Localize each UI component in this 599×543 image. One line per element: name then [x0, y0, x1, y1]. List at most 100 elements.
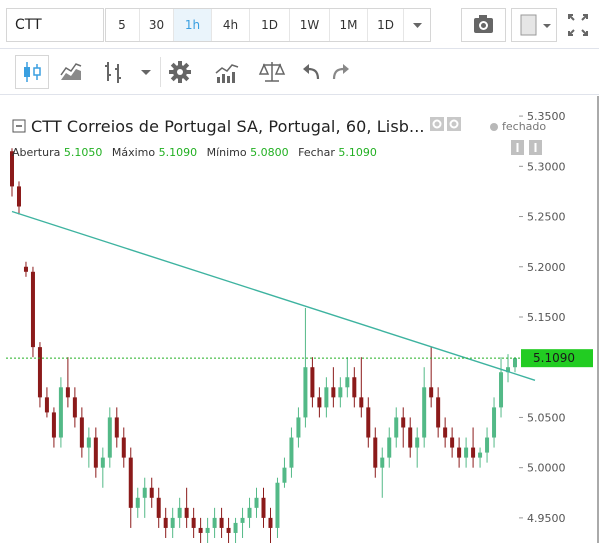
fullscreen-icon	[568, 14, 588, 36]
interval-button-3[interactable]: 4h	[212, 8, 250, 42]
candle-body	[72, 397, 77, 418]
color-swatch-icon	[520, 14, 551, 36]
candle-body	[58, 387, 63, 438]
candle-body	[485, 437, 490, 453]
open-label: Abertura	[12, 146, 61, 159]
candle-body	[275, 482, 280, 528]
candle-body	[219, 517, 224, 528]
candle-body	[401, 417, 406, 428]
candle-body	[450, 437, 455, 448]
chart-type-area-button[interactable]	[54, 55, 88, 89]
candle-body	[226, 527, 231, 533]
interval-button-0[interactable]: 5	[105, 8, 140, 42]
candle-body	[268, 517, 273, 528]
interval-button-5[interactable]: 1W	[290, 8, 330, 42]
close-label: Fechar	[298, 146, 335, 159]
indicators-button[interactable]	[210, 55, 244, 89]
price-tick-label: 5.2500	[527, 211, 566, 224]
candle-body	[37, 347, 42, 398]
price-tick-label: 5.1500	[527, 311, 566, 324]
candle-body	[114, 417, 119, 438]
candle-body	[429, 387, 434, 398]
interval-dropdown-button[interactable]	[404, 8, 431, 42]
settings-button[interactable]	[163, 55, 197, 89]
candle-body	[247, 507, 252, 518]
top-toolbar: CTT 5 30 1h 4h 1D 1W 1M 1D	[0, 0, 599, 49]
legend-actions	[429, 116, 465, 136]
snapshot-button[interactable]	[461, 8, 506, 42]
candle-body	[471, 447, 476, 458]
candle-body	[317, 397, 322, 408]
candle-body	[170, 517, 175, 528]
candle-body	[65, 387, 70, 398]
candle-body	[191, 517, 196, 528]
candle-body	[128, 457, 133, 508]
candle-body	[415, 437, 420, 448]
candle-body	[100, 457, 105, 468]
candle-body	[513, 358, 517, 368]
candle-body	[163, 517, 168, 528]
symbol-description: CTT Correios de Portugal SA, Portugal, 6…	[31, 117, 425, 136]
price-tick-label: 5.0500	[527, 411, 566, 424]
low-label: Mínimo	[206, 146, 247, 159]
symbol-input[interactable]: CTT	[6, 8, 104, 42]
candle-body	[30, 271, 35, 348]
candle-body	[457, 447, 462, 458]
collapse-legend-icon[interactable]	[12, 119, 26, 133]
candle-body	[44, 397, 49, 413]
candle-body	[254, 497, 259, 508]
candle-body	[156, 497, 161, 518]
candle-body	[205, 527, 210, 533]
chevron-down-icon	[413, 23, 422, 28]
market-status: fechado	[490, 120, 546, 133]
area-chart-icon	[60, 63, 82, 80]
candle-body	[233, 522, 238, 533]
candle-body	[86, 437, 91, 448]
candle-body	[261, 497, 266, 518]
close-value: 5.1090	[338, 146, 377, 159]
chart-type-candles-button[interactable]	[15, 55, 49, 89]
candle-body	[464, 447, 469, 458]
legend-visibility-icon[interactable]	[447, 117, 461, 131]
fullscreen-button[interactable]	[562, 8, 594, 42]
compare-button[interactable]	[255, 55, 289, 89]
toolbar-divider	[160, 57, 161, 87]
interval-button-2[interactable]: 1h	[174, 8, 212, 42]
candle-body	[16, 186, 21, 207]
price-chart[interactable]: 5.35005.30005.25005.20005.15005.05005.00…	[0, 96, 599, 543]
interval-button-7[interactable]: 1D	[368, 8, 404, 42]
gear-icon	[169, 61, 191, 83]
candle-body	[142, 487, 147, 498]
price-tick-label: 4.9500	[527, 512, 566, 525]
scales-icon	[258, 62, 286, 82]
interval-button-1[interactable]: 30	[140, 8, 174, 42]
redo-icon	[332, 64, 349, 80]
chart-type-dropdown[interactable]	[134, 55, 158, 89]
svg-text:5.1090: 5.1090	[533, 351, 575, 365]
price-axis: 5.35005.30005.25005.20005.15005.05005.00…	[519, 110, 566, 525]
candle-body	[443, 427, 448, 438]
candle-body	[310, 367, 315, 398]
candle-body	[79, 417, 84, 448]
candles	[10, 148, 517, 543]
chart-type-bars-button[interactable]	[97, 55, 131, 89]
candle-body	[303, 367, 308, 418]
candle-body	[394, 417, 399, 438]
candle-body	[359, 397, 364, 408]
background-color-button[interactable]	[511, 8, 557, 42]
legend-settings-icon[interactable]	[430, 117, 444, 131]
candle-body	[198, 527, 203, 533]
interval-button-4[interactable]: 1D	[250, 8, 290, 42]
drawing-toolbar	[0, 49, 599, 95]
indicators-icon	[215, 64, 239, 83]
candle-body	[499, 372, 504, 408]
candle-body	[331, 387, 336, 398]
trend-line[interactable]	[11, 210, 536, 381]
candle-body	[324, 387, 329, 408]
candle-body	[422, 387, 427, 438]
candle-body	[93, 437, 98, 468]
interval-button-6[interactable]: 1M	[330, 8, 368, 42]
high-label: Máximo	[111, 146, 156, 159]
candle-body	[436, 397, 441, 428]
redo-button[interactable]	[322, 55, 356, 89]
